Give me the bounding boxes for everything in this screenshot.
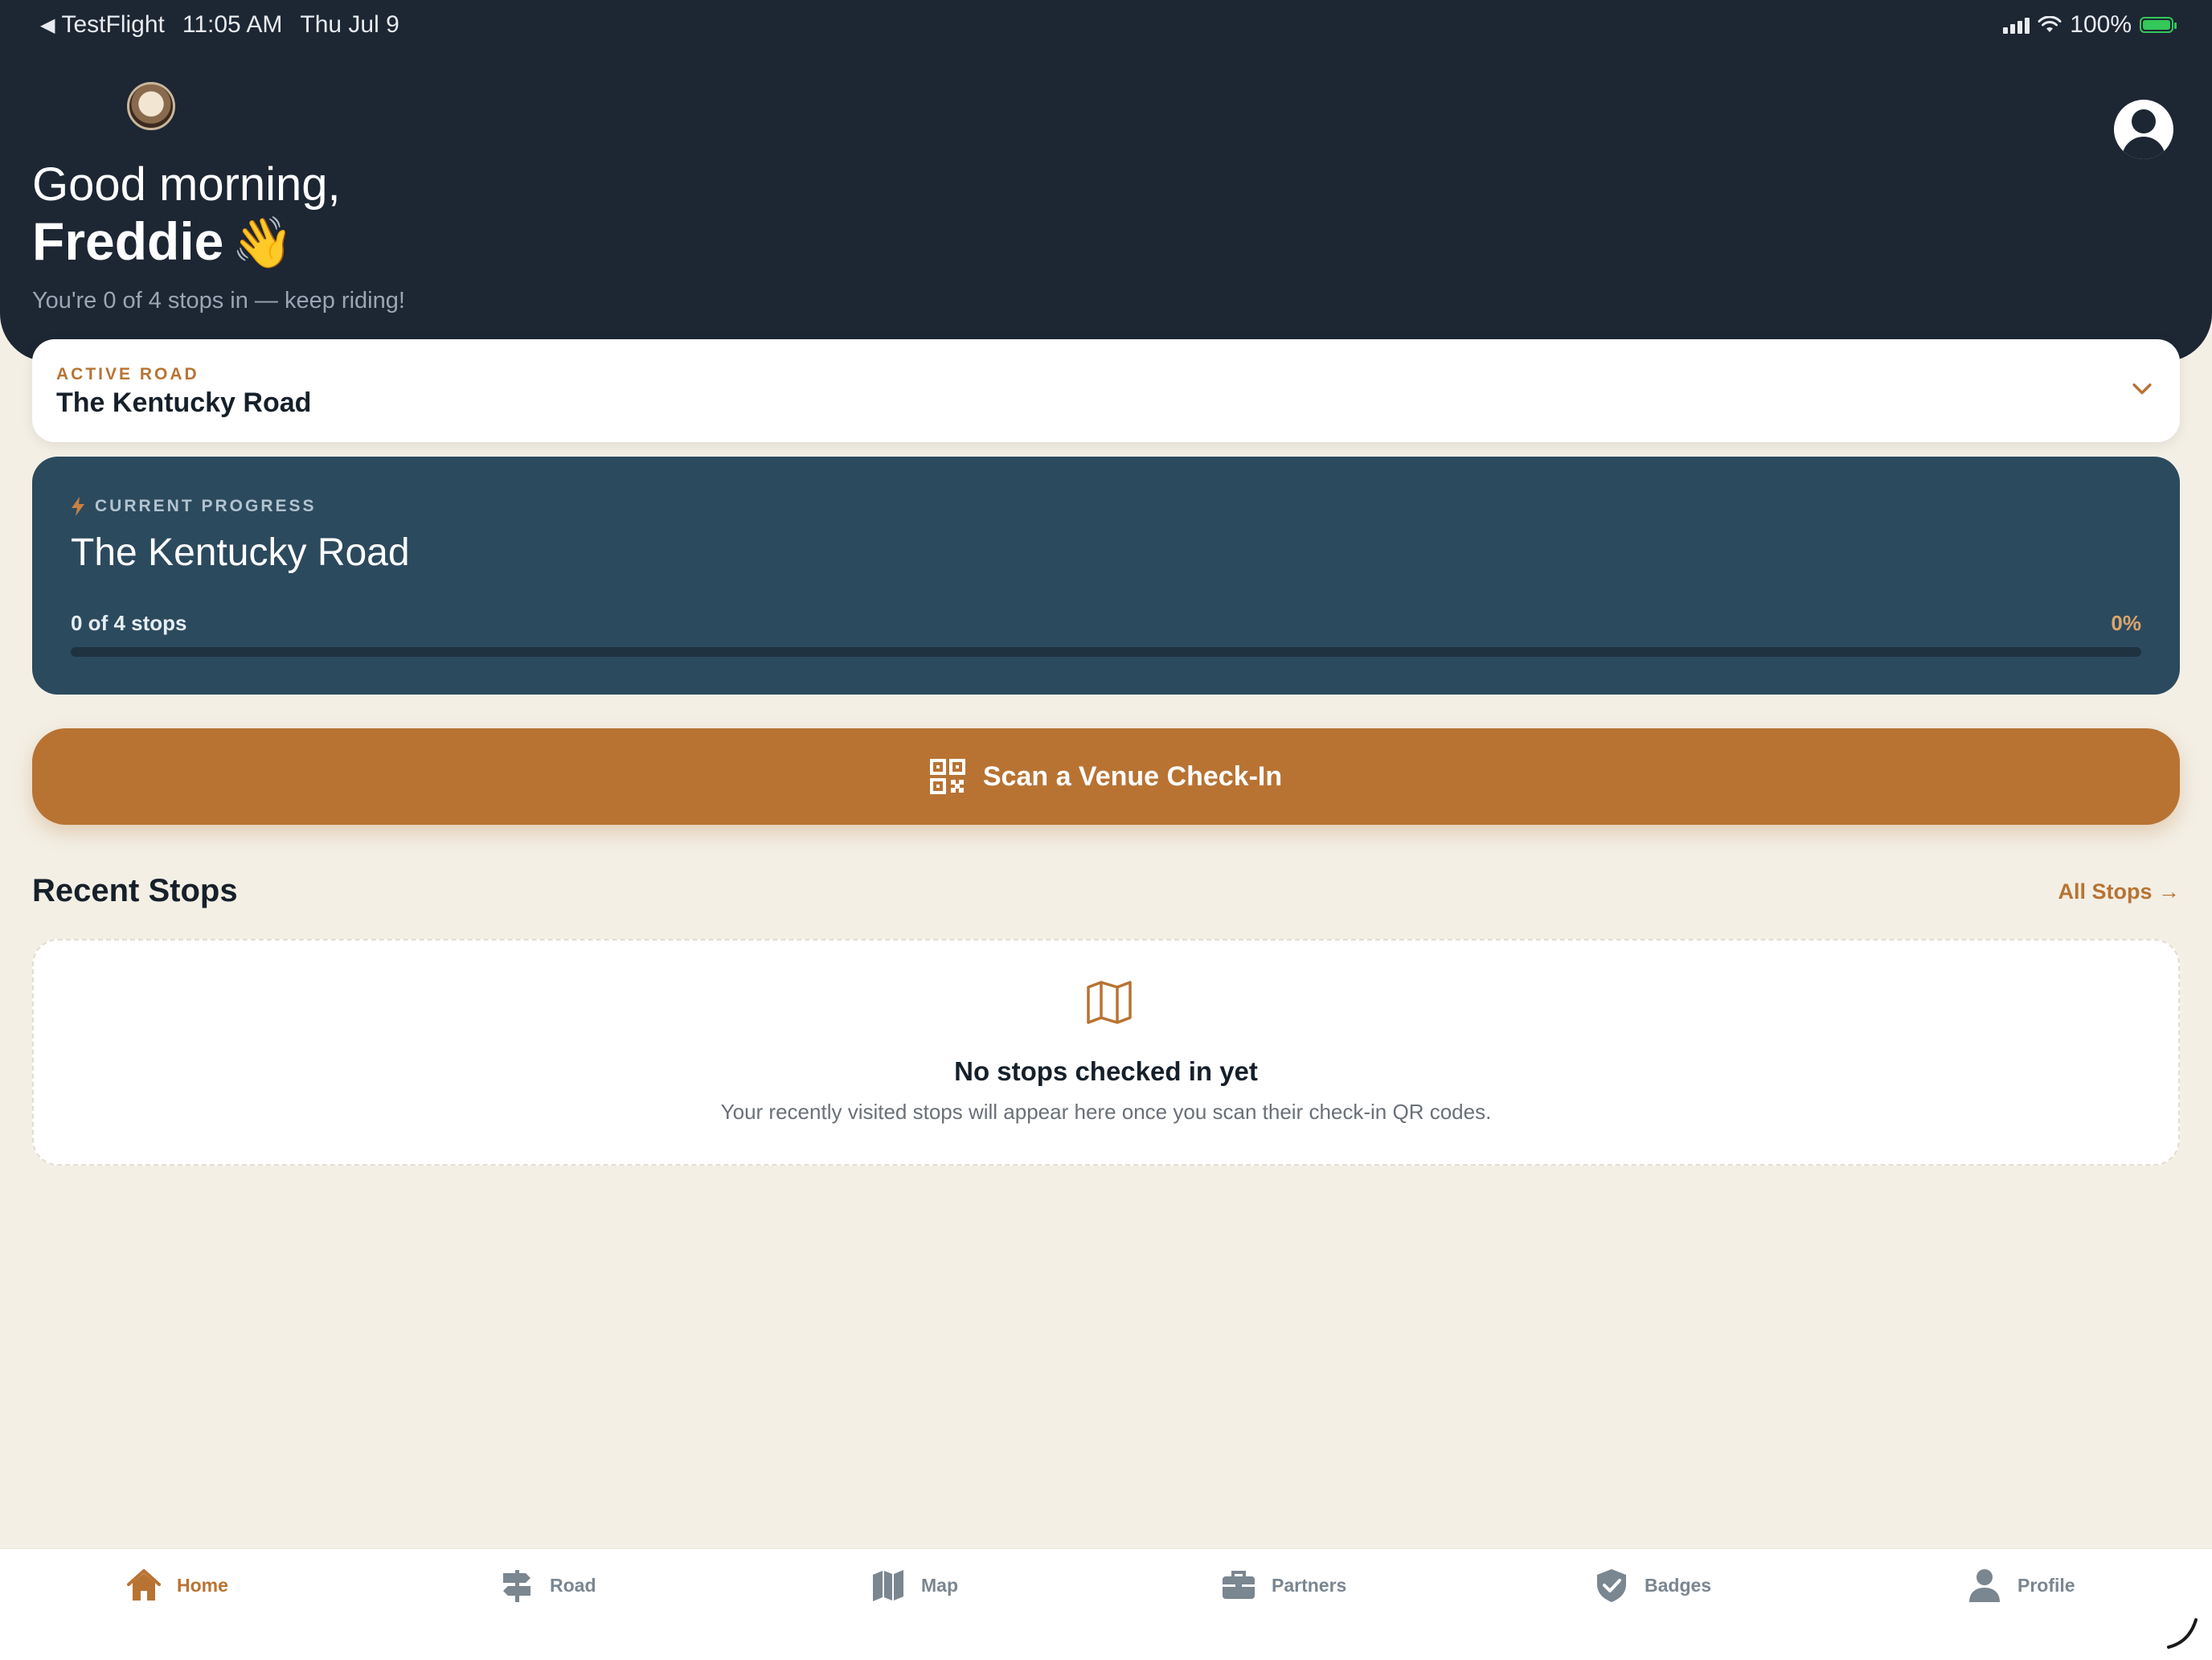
tab-home-label: Home bbox=[177, 1574, 228, 1596]
current-progress-label: CURRENT PROGRESS bbox=[95, 497, 317, 515]
signpost-icon bbox=[503, 1570, 530, 1602]
tab-profile-label: Profile bbox=[2017, 1574, 2075, 1596]
user-name-line: Freddie 👋 bbox=[32, 211, 294, 273]
tab-badges-label: Badges bbox=[1645, 1574, 1712, 1596]
greeting-text: Good morning, bbox=[32, 158, 341, 211]
tab-home[interactable]: Home bbox=[125, 1567, 228, 1604]
tab-road[interactable]: Road bbox=[498, 1567, 596, 1604]
progress-percent: 0% bbox=[2111, 611, 2141, 635]
briefcase-icon bbox=[1223, 1571, 1255, 1599]
status-time: 11:05 AM bbox=[182, 11, 283, 38]
profile-avatar-button[interactable] bbox=[2114, 100, 2173, 159]
tab-map-label: Map bbox=[921, 1574, 958, 1596]
current-progress-header: CURRENT PROGRESS bbox=[71, 497, 317, 516]
user-name: Freddie bbox=[32, 211, 224, 271]
header: ◀ TestFlight 11:05 AM Thu Jul 9 100% Goo… bbox=[0, 0, 2212, 362]
map-icon bbox=[873, 1570, 903, 1601]
battery-percent: 100% bbox=[2070, 11, 2132, 38]
person-icon bbox=[1969, 1569, 2000, 1602]
avatar-head-shape bbox=[2132, 109, 2156, 133]
tab-profile[interactable]: Profile bbox=[1966, 1567, 2075, 1604]
wave-emoji: 👋 bbox=[231, 215, 294, 271]
battery-icon bbox=[2140, 17, 2177, 33]
lightning-bolt-icon bbox=[72, 497, 84, 516]
status-bar-right: 100% bbox=[2003, 11, 2177, 39]
empty-state-description: Your recently visited stops will appear … bbox=[720, 1100, 1492, 1124]
back-triangle-icon: ◀ bbox=[40, 14, 55, 36]
active-road-label: ACTIVE ROAD bbox=[56, 365, 199, 383]
map-icon bbox=[1087, 981, 1132, 1024]
chevron-down-icon bbox=[2132, 383, 2152, 395]
back-to-app-link[interactable]: ◀ TestFlight bbox=[40, 11, 165, 39]
status-bar: ◀ TestFlight 11:05 AM Thu Jul 9 100% bbox=[0, 0, 2212, 53]
bottom-tab-bar: Home Road Map Partners Badges Profile bbox=[0, 1548, 2212, 1660]
active-road-selector[interactable]: ACTIVE ROAD The Kentucky Road bbox=[32, 339, 2180, 442]
progress-stop-count: 0 of 4 stops bbox=[71, 611, 187, 635]
qr-code-icon bbox=[929, 759, 965, 794]
tab-partners-label: Partners bbox=[1272, 1574, 1347, 1596]
tab-partners[interactable]: Partners bbox=[1220, 1567, 1346, 1604]
status-bar-left: ◀ TestFlight 11:05 AM Thu Jul 9 bbox=[40, 11, 399, 39]
progress-subtitle: You're 0 of 4 stops in — keep riding! bbox=[32, 288, 405, 314]
shield-check-icon bbox=[1597, 1569, 1626, 1602]
pencil-hover-indicator-icon bbox=[2167, 1618, 2198, 1649]
recent-stops-empty-state: No stops checked in yet Your recently vi… bbox=[32, 939, 2180, 1166]
active-road-name: The Kentucky Road bbox=[56, 387, 312, 418]
empty-state-title: No stops checked in yet bbox=[954, 1056, 1258, 1086]
wifi-icon bbox=[2038, 16, 2062, 32]
status-date: Thu Jul 9 bbox=[300, 11, 399, 38]
tab-road-label: Road bbox=[550, 1574, 596, 1596]
progress-bar bbox=[71, 647, 2141, 657]
tab-badges[interactable]: Badges bbox=[1593, 1567, 1711, 1604]
cellular-signal-icon bbox=[2003, 16, 2030, 34]
app-logo bbox=[127, 82, 175, 130]
scan-button-label: Scan a Venue Check-In bbox=[982, 760, 1283, 792]
back-app-label: TestFlight bbox=[61, 11, 165, 38]
current-progress-card: CURRENT PROGRESS The Kentucky Road 0 of … bbox=[32, 457, 2180, 695]
recent-stops-title: Recent Stops bbox=[32, 873, 238, 908]
all-stops-link[interactable]: All Stops → bbox=[2058, 879, 2180, 904]
home-icon bbox=[127, 1569, 161, 1601]
avatar-body-shape bbox=[2122, 137, 2165, 159]
progress-road-title: The Kentucky Road bbox=[71, 531, 410, 574]
scan-checkin-button[interactable]: Scan a Venue Check-In bbox=[32, 728, 2180, 825]
tab-map[interactable]: Map bbox=[870, 1567, 958, 1604]
